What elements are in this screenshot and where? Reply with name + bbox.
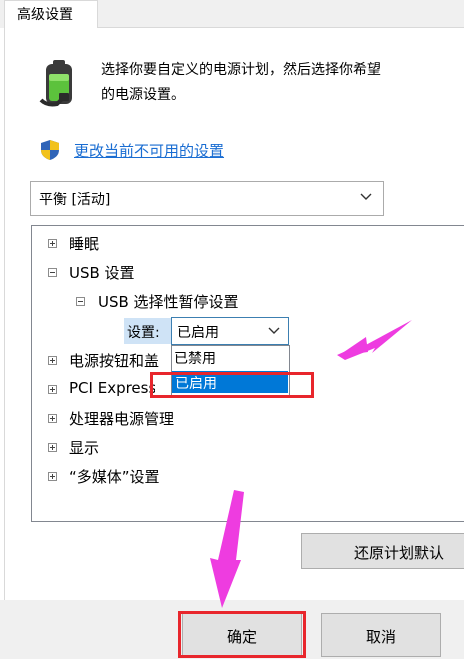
annotation-arrows (210, 320, 412, 608)
annotation-arrow-down (210, 490, 244, 608)
annotation-arrow-right (337, 320, 412, 360)
